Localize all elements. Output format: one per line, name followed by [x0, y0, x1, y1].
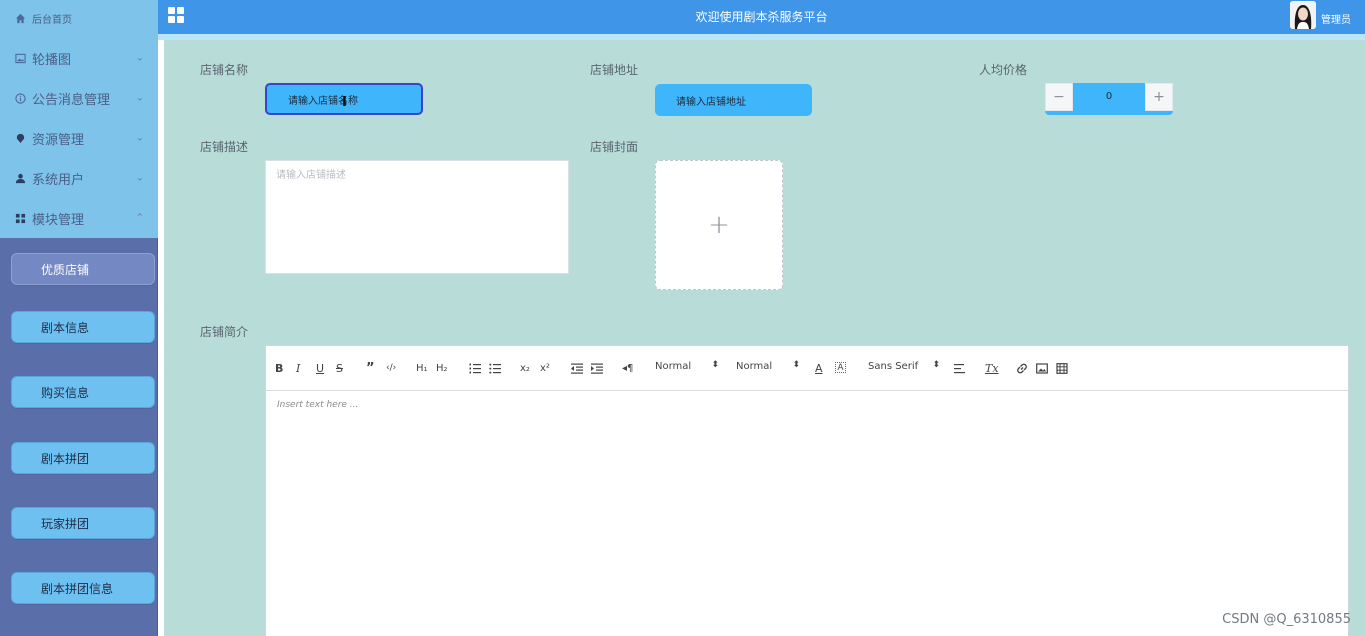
bullet-list-icon[interactable] [489, 360, 501, 376]
outdent-icon[interactable] [571, 360, 583, 376]
user-icon [14, 172, 26, 184]
video-icon[interactable] [1056, 360, 1068, 376]
sidebar-item-label: 公告消息管理 [32, 92, 111, 108]
store-address-label: 店铺地址 [590, 63, 639, 77]
font-select[interactable]: Sans Serif ⬍ [868, 360, 940, 372]
page-title: 欢迎使用剧本杀服务平台 [695, 10, 828, 24]
sidebar-item-notices[interactable]: 公告消息管理 ⌄ [0, 78, 158, 118]
decrease-button[interactable]: − [1045, 83, 1073, 111]
image-insert-icon[interactable] [1036, 360, 1048, 376]
italic-icon[interactable]: I [296, 360, 300, 376]
avg-price-label: 人均价格 [979, 63, 1028, 77]
main-content: 店铺名称 请输入店铺名称 I 店铺地址 请输入店铺地址 人均价格 − 0 + 店… [164, 40, 1365, 636]
blockquote-icon[interactable]: ” [366, 360, 375, 376]
background-color-icon[interactable]: A [835, 362, 846, 373]
submenu-quality-stores[interactable]: 优质店铺 [11, 253, 155, 285]
chevron-down-icon: ⌄ [135, 92, 144, 104]
text-direction-icon[interactable]: ◂¶ [622, 360, 633, 376]
cover-upload-button[interactable]: + [655, 160, 783, 290]
size-select[interactable]: Normal ⬍ [736, 360, 800, 372]
sidebar-item-modules[interactable]: 模块管理 ⌃ [0, 198, 158, 238]
store-desc-textarea[interactable]: 请输入店铺描述 [265, 160, 569, 274]
sidebar-item-label: 轮播图 [32, 52, 72, 68]
chevron-down-icon: ⌄ [135, 52, 144, 64]
sidebar-item-users[interactable]: 系统用户 ⌄ [0, 158, 158, 198]
chevron-down-icon: ⌄ [135, 132, 144, 144]
subscript-icon[interactable]: x₂ [520, 360, 530, 376]
store-intro-label: 店铺简介 [200, 325, 249, 339]
submenu-script-group-info[interactable]: 剧本拼团信息 [11, 572, 155, 604]
header-select[interactable]: Normal ⬍ [655, 360, 719, 372]
avg-price-value[interactable]: 0 [1073, 83, 1145, 111]
size-select-value: Normal [736, 361, 773, 372]
avatar[interactable] [1290, 1, 1316, 29]
code-icon[interactable]: ‹/› [386, 360, 396, 376]
store-cover-label: 店铺封面 [590, 140, 639, 154]
chevron-up-icon: ⌃ [135, 212, 144, 224]
rich-text-editor[interactable]: B I U S ” ‹/› H₁ H₂ x₂ x² ◂¶ Normal ⬍ No… [265, 345, 1349, 636]
submenu-player-group[interactable]: 玩家拼团 [11, 507, 155, 539]
sidebar-menu: 后台首页 轮播图 ⌄ 公告消息管理 ⌄ 资源管理 ⌄ 系统用户 ⌄ 模块管理 ⌃ [0, 0, 158, 238]
editor-placeholder: Insert text here ... [277, 400, 359, 410]
align-icon[interactable] [954, 360, 966, 376]
store-address-input[interactable]: 请输入店铺地址 [655, 84, 812, 116]
watermark: CSDN @Q_6310855 [1222, 612, 1351, 627]
select-arrow-icon: ⬍ [932, 360, 940, 370]
h1-icon[interactable]: H₁ [416, 360, 428, 376]
avg-price-stepper: − 0 + [1045, 83, 1173, 115]
indent-icon[interactable] [591, 360, 603, 376]
grid-icon [14, 212, 26, 224]
font-select-value: Sans Serif [868, 361, 919, 372]
store-name-label: 店铺名称 [200, 63, 249, 77]
bold-icon[interactable]: B [275, 360, 283, 376]
underline-icon[interactable]: U [316, 360, 324, 376]
sidebar-item-label: 资源管理 [32, 132, 85, 148]
admin-name[interactable]: 管理员 [1321, 11, 1351, 26]
submenu-purchase-info[interactable]: 购买信息 [11, 376, 155, 408]
info-icon [14, 92, 26, 104]
increase-button[interactable]: + [1145, 83, 1173, 111]
home-icon [14, 12, 26, 24]
superscript-icon[interactable]: x² [540, 360, 550, 376]
sidebar-item-label: 系统用户 [32, 172, 85, 188]
sidebar: 后台首页 轮播图 ⌄ 公告消息管理 ⌄ 资源管理 ⌄ 系统用户 ⌄ 模块管理 ⌃… [0, 0, 158, 636]
chevron-down-icon: ⌄ [135, 172, 144, 184]
top-header: 欢迎使用剧本杀服务平台 管理员 [158, 0, 1365, 34]
pin-icon [14, 132, 26, 144]
sidebar-item-carousel[interactable]: 轮播图 ⌄ [0, 38, 158, 78]
submenu-script-group[interactable]: 剧本拼团 [11, 442, 155, 474]
editor-toolbar: B I U S ” ‹/› H₁ H₂ x₂ x² ◂¶ Normal ⬍ No… [266, 346, 1348, 391]
header-select-value: Normal [655, 361, 692, 372]
link-icon[interactable] [1016, 360, 1028, 376]
store-desc-label: 店铺描述 [200, 140, 249, 154]
sidebar-item-resources[interactable]: 资源管理 ⌄ [0, 118, 158, 158]
sidebar-item-home[interactable]: 后台首页 [0, 0, 158, 36]
image-icon [14, 52, 26, 64]
sidebar-item-label: 模块管理 [32, 212, 85, 228]
select-arrow-icon: ⬍ [792, 360, 800, 370]
clear-format-icon[interactable]: Tx [985, 360, 999, 376]
sidebar-item-label: 后台首页 [32, 14, 72, 26]
text-color-icon[interactable]: A [815, 360, 823, 376]
text-cursor-icon: I [342, 95, 347, 110]
h2-icon[interactable]: H₂ [436, 360, 448, 376]
select-arrow-icon: ⬍ [711, 360, 719, 370]
ordered-list-icon[interactable] [469, 360, 481, 376]
strike-icon[interactable]: S [336, 360, 343, 376]
submenu-script-info[interactable]: 剧本信息 [11, 311, 155, 343]
